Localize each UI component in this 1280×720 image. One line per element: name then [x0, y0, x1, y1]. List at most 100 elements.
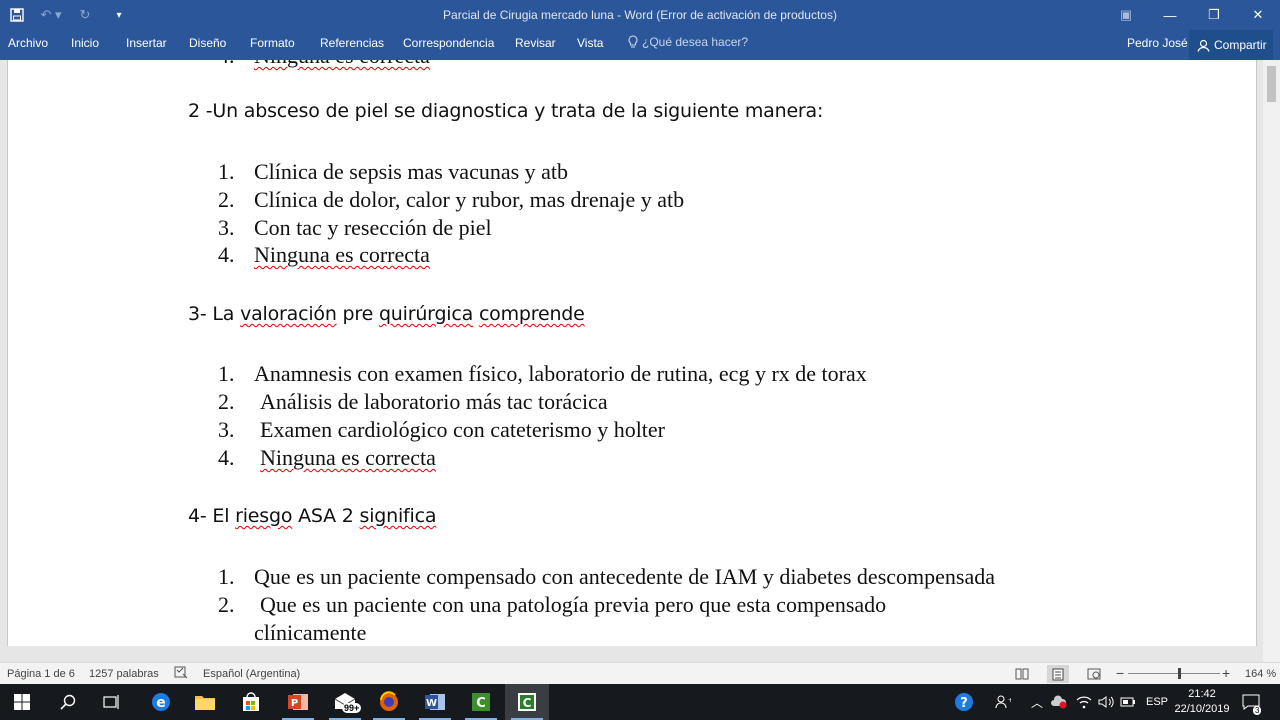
- list-item: Ninguna es correcta: [254, 242, 430, 267]
- tell-me-box[interactable]: ¿Qué desea hacer?: [628, 35, 748, 49]
- windows-icon: [14, 694, 30, 710]
- wifi-icon[interactable]: [1076, 684, 1092, 720]
- list-item-continuation: clínicamente: [254, 620, 367, 645]
- minimize-button[interactable]: —: [1148, 0, 1192, 30]
- list-item: Anamnesis con examen físico, laboratorio…: [254, 361, 867, 386]
- close-button[interactable]: ✕: [1236, 0, 1280, 30]
- zoom-slider-thumb[interactable]: [1178, 668, 1181, 679]
- zoom-out-button[interactable]: −: [1116, 665, 1124, 681]
- read-mode-icon[interactable]: [1011, 665, 1033, 683]
- list-item: Con tac y resección de piel: [254, 215, 492, 240]
- ribbon-display-options-icon[interactable]: ▣: [1104, 0, 1148, 30]
- camtasia-icon[interactable]: C: [459, 684, 503, 720]
- quick-access-toolbar: ↶ ▾ ↻ ▾: [0, 0, 136, 30]
- window-title: Parcial de Cirugia mercado luna - Word (…: [443, 8, 837, 22]
- tab-correspondencia[interactable]: Correspondencia: [403, 36, 494, 50]
- search-icon[interactable]: [46, 684, 90, 720]
- mail-badge: 99+: [342, 703, 362, 713]
- notification-center-icon[interactable]: 3: [1242, 684, 1262, 720]
- word-icon[interactable]: W: [413, 684, 457, 720]
- user-name[interactable]: Pedro José: [1127, 36, 1188, 50]
- zoom-slider[interactable]: [1128, 673, 1220, 674]
- print-layout-icon[interactable]: [1047, 665, 1069, 683]
- word-count[interactable]: 1257 palabras: [89, 668, 159, 680]
- list-number: 4.: [218, 60, 235, 69]
- tab-vista[interactable]: Vista: [577, 36, 603, 50]
- camtasia-recorder-icon[interactable]: C: [505, 684, 549, 720]
- restore-button[interactable]: ❐: [1192, 0, 1236, 30]
- start-button[interactable]: [0, 684, 44, 720]
- question-text: 3- La: [188, 303, 241, 325]
- question-text: riesgo: [235, 505, 293, 527]
- people-icon[interactable]: +: [995, 684, 1011, 720]
- volume-icon[interactable]: [1098, 684, 1114, 720]
- tell-me-text: ¿Qué desea hacer?: [642, 35, 749, 49]
- document-page[interactable]: 4. Ninguna es correcta 2 -Un absceso de …: [7, 60, 1257, 646]
- svg-text:?: ?: [960, 696, 968, 711]
- proofing-icon[interactable]: [174, 666, 188, 682]
- tab-inicio[interactable]: Inicio: [71, 36, 99, 50]
- svg-text:C: C: [523, 696, 532, 710]
- list-item: Ninguna es correcta: [260, 445, 436, 470]
- list-number: 3.: [218, 417, 235, 442]
- clock-date: 22/10/2019: [1174, 703, 1230, 715]
- customize-toolbar-icon[interactable]: ▾: [102, 0, 136, 30]
- language-indicator[interactable]: Español (Argentina): [203, 668, 300, 680]
- person-icon: [1197, 39, 1210, 52]
- svg-text:C: C: [476, 696, 486, 711]
- status-bar: Página 1 de 6 1257 palabras Español (Arg…: [0, 662, 1280, 684]
- zoom-level[interactable]: 164 %: [1245, 668, 1276, 680]
- question-3: 3- La valoración pre quirúrgica comprend…: [188, 303, 585, 325]
- mail-icon[interactable]: 99+: [323, 684, 367, 720]
- taskbar: e P 99+ W C C ? + ︿ ESP 21:42 22/10/2019…: [0, 684, 1280, 720]
- list-item: Análisis de laboratorio más tac torácica: [260, 389, 608, 414]
- undo-icon[interactable]: ↶ ▾: [34, 0, 68, 30]
- share-button[interactable]: Compartir: [1189, 30, 1273, 60]
- help-icon[interactable]: ?: [953, 684, 975, 720]
- redo-icon[interactable]: ↻: [68, 0, 102, 30]
- battery-icon[interactable]: [1120, 684, 1136, 720]
- question-4: 4- El riesgo ASA 2 significa: [188, 505, 437, 527]
- page-count[interactable]: Página 1 de 6: [7, 668, 75, 680]
- powerpoint-icon[interactable]: P: [276, 684, 320, 720]
- system-clock[interactable]: 21:42 22/10/2019: [1172, 687, 1232, 717]
- tab-referencias[interactable]: Referencias: [320, 36, 384, 50]
- tab-archivo[interactable]: Archivo: [8, 36, 48, 50]
- input-language[interactable]: ESP: [1146, 684, 1168, 720]
- lightbulb-icon: [628, 35, 638, 48]
- tab-formato[interactable]: Formato: [250, 36, 295, 50]
- title-bar: ↶ ▾ ↻ ▾ Parcial de Cirugia mercado luna …: [0, 0, 1280, 30]
- question-text: comprende: [478, 303, 585, 325]
- question-2: 2 -Un absceso de piel se diagnostica y t…: [188, 100, 824, 122]
- question-text: pre: [336, 303, 379, 325]
- web-layout-icon[interactable]: [1083, 665, 1105, 683]
- zoom-in-button[interactable]: +: [1222, 665, 1230, 681]
- question-text: valoración: [240, 303, 337, 325]
- cloud-error-icon[interactable]: [1050, 684, 1068, 720]
- ribbon-tabs: Archivo Inicio Insertar Diseño Formato R…: [0, 30, 1280, 60]
- scrollbar-thumb[interactable]: [1267, 66, 1276, 102]
- tab-diseno[interactable]: Diseño: [189, 36, 226, 50]
- firefox-icon[interactable]: [367, 684, 411, 720]
- vertical-scrollbar[interactable]: [1263, 60, 1280, 662]
- svg-text:W: W: [426, 698, 437, 709]
- list-number: 1.: [218, 361, 235, 386]
- list-number: 3.: [218, 215, 235, 240]
- file-explorer-icon[interactable]: [183, 684, 227, 720]
- tab-insertar[interactable]: Insertar: [126, 36, 167, 50]
- window-controls: ▣ — ❐ ✕: [1104, 0, 1280, 30]
- list-number: 1.: [218, 564, 235, 589]
- store-icon[interactable]: [229, 684, 273, 720]
- task-view-icon[interactable]: [90, 684, 134, 720]
- svg-text:e: e: [156, 695, 166, 711]
- share-label: Compartir: [1214, 38, 1267, 52]
- list-number: 4.: [218, 445, 235, 470]
- save-icon[interactable]: [0, 0, 34, 30]
- tab-revisar[interactable]: Revisar: [515, 36, 556, 50]
- show-hidden-icons-icon[interactable]: ︿: [1031, 684, 1043, 720]
- list-item: Clínica de sepsis mas vacunas y atb: [254, 159, 569, 184]
- svg-text:+: +: [1008, 697, 1011, 704]
- svg-text:P: P: [291, 698, 298, 709]
- edge-icon[interactable]: e: [139, 684, 183, 720]
- question-text: quirúrgica: [378, 303, 474, 325]
